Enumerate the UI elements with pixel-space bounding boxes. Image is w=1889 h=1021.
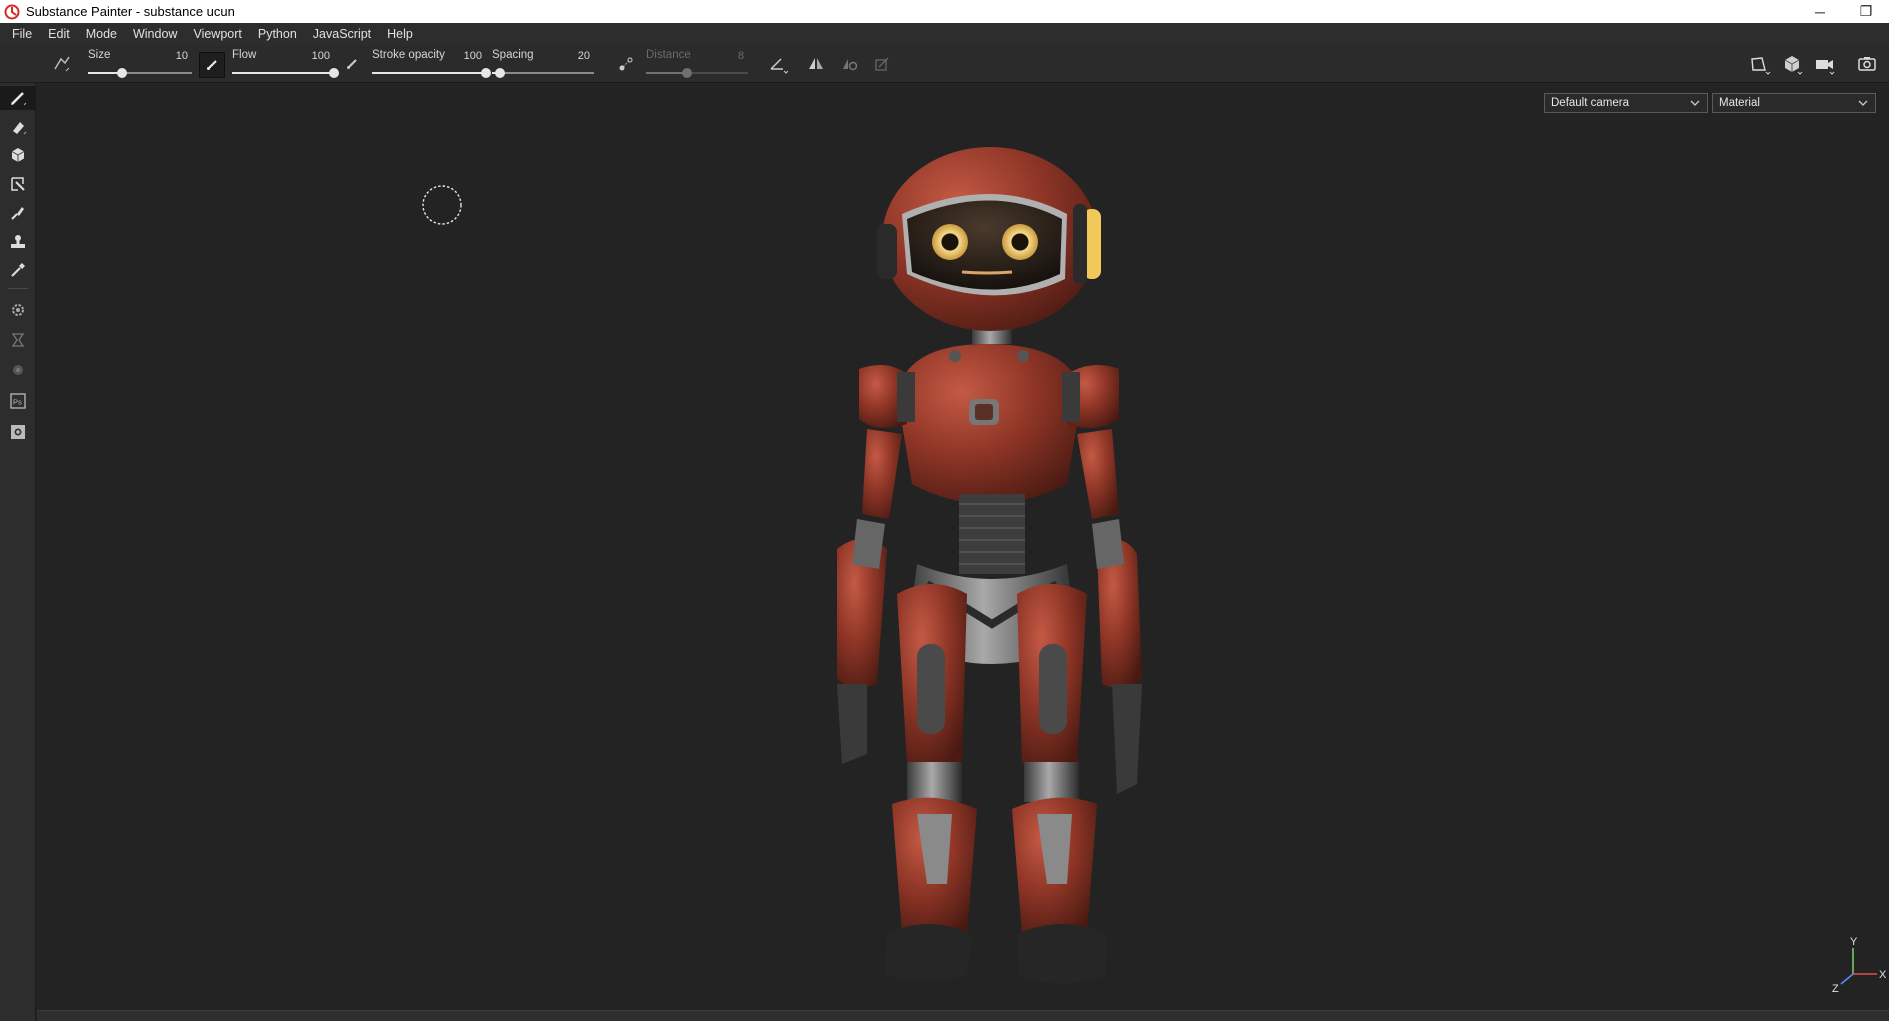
menu-javascript[interactable]: JavaScript bbox=[305, 23, 379, 46]
menu-bar: File Edit Mode Window Viewport Python Ja… bbox=[0, 23, 1889, 46]
camera-icon[interactable] bbox=[1812, 52, 1836, 76]
distance-track bbox=[646, 68, 748, 78]
screenshot-tool[interactable] bbox=[6, 420, 30, 444]
render-mode-dropdown[interactable]: Material bbox=[1712, 93, 1876, 113]
eraser-icon bbox=[13, 122, 27, 135]
polygon-fill-tool[interactable] bbox=[6, 172, 30, 196]
tool-separator bbox=[8, 288, 28, 289]
flow-handle[interactable] bbox=[329, 68, 339, 78]
brush-icon bbox=[11, 92, 27, 106]
distance-value: 8 bbox=[737, 50, 744, 62]
spacing-track[interactable] bbox=[492, 68, 594, 78]
window-title: Substance Painter - substance ucun bbox=[26, 4, 235, 19]
spacing-label: Spacing bbox=[492, 49, 534, 61]
view-2d-icon[interactable] bbox=[1748, 52, 1772, 76]
menu-help[interactable]: Help bbox=[379, 23, 421, 46]
restore-button[interactable]: ❐ bbox=[1843, 0, 1889, 23]
pen-pressure-flow-icon[interactable] bbox=[340, 52, 364, 76]
stroke-opacity-slider[interactable]: Stroke opacity 100 bbox=[372, 46, 491, 83]
menu-mode[interactable]: Mode bbox=[78, 23, 125, 46]
export-tool[interactable] bbox=[6, 328, 30, 352]
axis-y-label: Y bbox=[1850, 936, 1858, 948]
distance-label: Distance bbox=[646, 49, 691, 61]
flow-value[interactable]: 100 bbox=[312, 50, 330, 62]
app-logo-icon bbox=[4, 4, 20, 19]
flow-track[interactable] bbox=[232, 68, 339, 78]
projection-icon bbox=[11, 148, 25, 162]
menu-window[interactable]: Window bbox=[125, 23, 185, 46]
left-toolbar: Ps bbox=[0, 83, 36, 1021]
smudge-tool[interactable] bbox=[6, 201, 30, 225]
menu-python[interactable]: Python bbox=[250, 23, 305, 46]
distance-slider: Distance 8 bbox=[646, 46, 748, 83]
smudge-icon bbox=[11, 207, 24, 220]
brush-preset-icon[interactable] bbox=[50, 52, 74, 76]
axis-x-label: X bbox=[1879, 969, 1887, 981]
stroke-opacity-handle[interactable] bbox=[481, 68, 491, 78]
size-track[interactable] bbox=[88, 68, 192, 78]
size-value[interactable]: 10 bbox=[176, 50, 188, 62]
polygon-fill-icon bbox=[11, 177, 25, 191]
view-3d-icon[interactable] bbox=[1780, 52, 1804, 76]
eraser-tool[interactable] bbox=[6, 115, 30, 139]
tool-properties-bar: Size 10 Flow 100 Stroke opacity 100 Spac… bbox=[0, 46, 1889, 83]
menu-viewport[interactable]: Viewport bbox=[185, 23, 249, 46]
symmetry-icon[interactable] bbox=[804, 52, 828, 76]
size-slider[interactable]: Size 10 bbox=[88, 46, 192, 83]
color-picker-icon bbox=[11, 263, 25, 277]
brush-cursor-icon bbox=[422, 185, 462, 225]
transform-icon[interactable] bbox=[870, 52, 894, 76]
robot-model[interactable] bbox=[767, 124, 1207, 984]
app-window: Substance Painter - substance ucun ─ ❐ F… bbox=[0, 0, 1889, 1021]
stroke-opacity-track[interactable] bbox=[372, 68, 491, 78]
flow-slider[interactable]: Flow 100 bbox=[232, 46, 339, 83]
camera-dropdown[interactable]: Default camera bbox=[1544, 93, 1708, 113]
photoshop-icon: Ps bbox=[10, 393, 26, 409]
menu-edit[interactable]: Edit bbox=[40, 23, 78, 46]
menu-file[interactable]: File bbox=[4, 23, 40, 46]
distance-handle bbox=[681, 68, 692, 78]
lazy-mouse-icon[interactable] bbox=[614, 52, 638, 76]
3d-viewport[interactable]: Default camera Material Y X Z bbox=[37, 84, 1889, 1010]
camera-dropdown-label: Default camera bbox=[1551, 97, 1629, 109]
clone-icon bbox=[11, 235, 25, 248]
photoshop-tool[interactable]: Ps bbox=[6, 389, 30, 413]
stroke-opacity-label: Stroke opacity bbox=[372, 49, 445, 61]
color-picker-tool[interactable] bbox=[6, 258, 30, 282]
bake-tool[interactable] bbox=[6, 298, 30, 322]
alignment-icon[interactable] bbox=[766, 52, 790, 76]
minimize-button[interactable]: ─ bbox=[1797, 0, 1843, 23]
svg-text:Ps: Ps bbox=[13, 398, 22, 407]
axis-gizmo: Y X Z bbox=[1832, 936, 1887, 994]
viewport-bottom-bar bbox=[37, 1010, 1889, 1021]
pen-pressure-size-button[interactable] bbox=[199, 52, 225, 78]
axis-z-label: Z bbox=[1832, 983, 1839, 994]
flow-label: Flow bbox=[232, 49, 257, 61]
chevron-down-icon bbox=[1690, 100, 1700, 106]
iray-icon bbox=[13, 365, 23, 375]
iray-tool[interactable] bbox=[6, 358, 30, 382]
size-handle[interactable] bbox=[117, 68, 128, 78]
clone-tool[interactable] bbox=[6, 230, 30, 254]
screenshot-camera-icon[interactable] bbox=[1855, 52, 1879, 76]
render-mode-dropdown-label: Material bbox=[1719, 97, 1760, 109]
bake-icon bbox=[12, 304, 24, 316]
spacing-handle[interactable] bbox=[495, 68, 506, 78]
title-bar: Substance Painter - substance ucun ─ ❐ bbox=[0, 0, 1889, 23]
spacing-value[interactable]: 20 bbox=[578, 50, 590, 62]
size-label: Size bbox=[88, 49, 111, 61]
spacing-slider[interactable]: Spacing 20 bbox=[492, 46, 594, 83]
stroke-opacity-value[interactable]: 100 bbox=[464, 50, 482, 62]
export-icon bbox=[11, 333, 25, 347]
chevron-down-icon bbox=[1858, 100, 1868, 106]
paint-tool[interactable] bbox=[0, 86, 36, 110]
projection-tool[interactable] bbox=[6, 143, 30, 167]
screenshot-icon bbox=[11, 425, 25, 439]
symmetry-settings-icon[interactable] bbox=[838, 52, 862, 76]
